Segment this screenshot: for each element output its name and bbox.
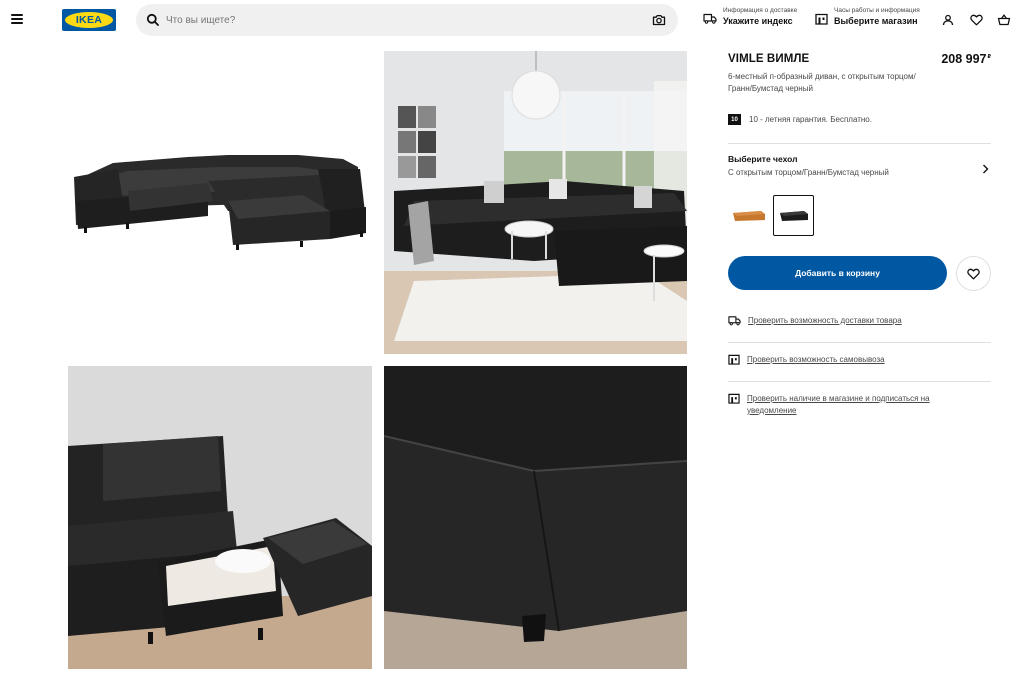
- store-label: Выберите магазин: [834, 16, 918, 26]
- check-delivery-link[interactable]: Проверить возможность доставки товара: [728, 315, 902, 327]
- camera-icon[interactable]: [652, 13, 666, 27]
- delivery-label: Укажите индекс: [723, 16, 793, 26]
- cart-icon[interactable]: [996, 13, 1012, 27]
- chevron-right-icon: [983, 164, 989, 174]
- warranty-badge: 10: [728, 114, 741, 125]
- warranty-text: 10 - летняя гарантия. Бесплатно.: [749, 115, 872, 124]
- add-to-cart-button[interactable]: Добавить в корзину: [728, 256, 947, 290]
- product-image-main[interactable]: [68, 51, 372, 354]
- ikea-logo[interactable]: IKEA: [62, 9, 116, 31]
- check-pickup-link[interactable]: Проверить возможность самовывоза: [728, 354, 885, 366]
- store-caption: Часы работы и информация: [834, 7, 920, 14]
- store-icon: [728, 354, 740, 365]
- cover-title: Выберите чехол: [728, 154, 798, 164]
- delivery-caption: Информация о доставке: [723, 7, 798, 14]
- header-icons: [940, 13, 1012, 27]
- search-icon[interactable]: [146, 13, 160, 27]
- divider: [728, 342, 991, 343]
- cover-selector[interactable]: Выберите чехол С открытым торцом/Гранн/Б…: [728, 154, 991, 184]
- store-icon: [728, 393, 740, 404]
- store-icon: [815, 13, 828, 25]
- truck-icon: [703, 13, 717, 24]
- product-name: VIMLE ВИМЛЕ: [728, 53, 810, 65]
- search-bar: [136, 4, 678, 36]
- currency-symbol: ₽: [987, 54, 991, 60]
- cover-swatch-brown[interactable]: [728, 195, 769, 236]
- product-image-detail[interactable]: [384, 366, 687, 669]
- site-header: IKEA Информация о доставке Укажите индек…: [0, 0, 1024, 40]
- cover-swatch-black[interactable]: [773, 195, 814, 236]
- divider: [728, 143, 991, 144]
- warranty-info: 10 10 - летняя гарантия. Бесплатно.: [728, 114, 872, 125]
- heart-icon[interactable]: [968, 13, 984, 27]
- user-icon[interactable]: [940, 13, 956, 27]
- check-store-stock-link[interactable]: Проверить наличие в магазине и подписать…: [728, 393, 963, 417]
- product-image-storage[interactable]: [68, 366, 372, 669]
- divider: [728, 381, 991, 382]
- search-input[interactable]: [166, 11, 626, 29]
- truck-icon: [728, 316, 741, 326]
- product-price: 208 997₽: [941, 52, 991, 66]
- cover-value: С открытым торцом/Гранн/Бумстад черный: [728, 168, 889, 177]
- delivery-info[interactable]: Информация о доставке Укажите индекс: [703, 6, 797, 27]
- store-info[interactable]: Часы работы и информация Выберите магази…: [815, 6, 920, 27]
- menu-icon[interactable]: [11, 14, 23, 24]
- heart-icon: [967, 268, 980, 279]
- add-to-favorites-button[interactable]: [956, 256, 991, 291]
- product-description: 6-местный п-образный диван, с открытым т…: [728, 72, 916, 93]
- product-image-room[interactable]: [384, 51, 687, 354]
